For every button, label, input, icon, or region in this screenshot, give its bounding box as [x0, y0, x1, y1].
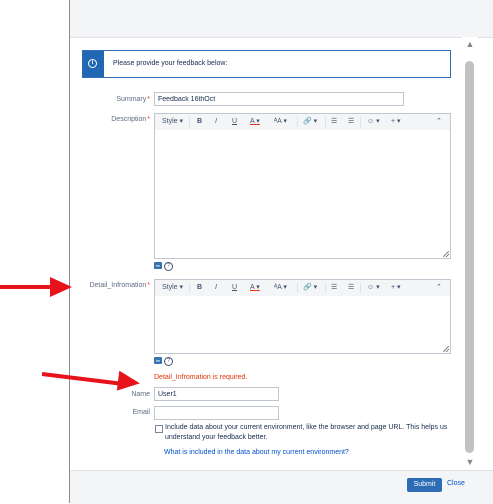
more-formatting-button[interactable]: ᴬA ▾ [274, 283, 287, 293]
style-dropdown[interactable]: Style ▾ [162, 283, 183, 293]
summary-label: Summary* [116, 96, 150, 103]
scroll-down-arrow-icon[interactable]: ▼ [462, 457, 478, 467]
scroll-thumb[interactable] [465, 61, 474, 453]
info-icon-box: i [83, 51, 104, 77]
numbered-list-icon[interactable]: ☰ [348, 283, 354, 293]
resize-handle[interactable] [443, 251, 449, 257]
detail-editor: Style ▾ B I U A ▾ ᴬA ▾ 🔗 ▾ ☰ ☰ ☺ ▾ + ▾ ⌃ [154, 279, 451, 354]
include-environment-label: Include data about your current environm… [165, 424, 448, 441]
info-icon: i [88, 59, 97, 68]
feedback-dialog: i Please provide your feedback below: Su… [69, 0, 493, 504]
bold-button[interactable]: B [197, 283, 202, 293]
style-dropdown[interactable]: Style ▾ [162, 117, 183, 127]
environment-info-link[interactable]: What is included in the data about my cu… [164, 449, 349, 456]
help-icon[interactable]: ? [164, 357, 173, 366]
help-icon[interactable]: ? [164, 262, 173, 271]
emoji-icon[interactable]: ☺ ▾ [367, 117, 380, 127]
italic-button[interactable]: I [215, 283, 217, 293]
text-color-button[interactable]: A ▾ [250, 117, 260, 127]
emoji-icon[interactable]: ☺ ▾ [367, 283, 380, 293]
collapse-toolbar-icon[interactable]: ⌃ [436, 283, 442, 293]
summary-input[interactable] [154, 92, 404, 106]
collapse-toolbar-icon[interactable]: ⌃ [436, 117, 442, 127]
italic-button[interactable]: I [215, 117, 217, 127]
include-environment-checkbox[interactable] [155, 425, 163, 433]
page-backdrop [0, 0, 70, 503]
detail-error-message: Detail_Infromation is required. [154, 374, 248, 381]
resize-handle[interactable] [443, 346, 449, 352]
detail-label: Detail_Infromation* [89, 282, 150, 289]
description-text-area[interactable] [155, 130, 450, 258]
underline-button[interactable]: U [232, 283, 237, 293]
description-label: Description* [111, 116, 150, 123]
numbered-list-icon[interactable]: ☰ [348, 117, 354, 127]
submit-button[interactable]: Submit [407, 478, 442, 492]
dialog-header [70, 0, 493, 38]
bold-button[interactable]: B [197, 117, 202, 127]
link-icon[interactable]: 🔗 ▾ [303, 117, 317, 127]
description-editor: Style ▾ B I U A ▾ ᴬA ▾ 🔗 ▾ ☰ ☰ ☺ ▾ + ▾ ⌃ [154, 113, 451, 259]
link-icon[interactable]: 🔗 ▾ [303, 283, 317, 293]
more-formatting-button[interactable]: ᴬA ▾ [274, 117, 287, 127]
description-toolbar: Style ▾ B I U A ▾ ᴬA ▾ 🔗 ▾ ☰ ☰ ☺ ▾ + ▾ ⌃ [155, 114, 450, 131]
bullet-list-icon[interactable]: ☰ [331, 283, 337, 293]
scroll-up-arrow-icon[interactable]: ▲ [462, 39, 478, 49]
scrollbar[interactable]: ▲ ▼ [462, 37, 478, 470]
wiki-markup-icon[interactable]: tm [154, 357, 162, 364]
bullet-list-icon[interactable]: ☰ [331, 117, 337, 127]
email-input[interactable] [154, 406, 279, 420]
detail-text-area[interactable] [155, 296, 450, 353]
insert-more-icon[interactable]: + ▾ [391, 283, 401, 293]
name-input[interactable] [154, 387, 279, 401]
email-label: Email [132, 409, 150, 416]
info-message: Please provide your feedback below: [113, 60, 228, 67]
underline-button[interactable]: U [232, 117, 237, 127]
detail-toolbar: Style ▾ B I U A ▾ ᴬA ▾ 🔗 ▾ ☰ ☰ ☺ ▾ + ▾ ⌃ [155, 280, 450, 297]
text-color-button[interactable]: A ▾ [250, 283, 260, 293]
insert-more-icon[interactable]: + ▾ [391, 117, 401, 127]
wiki-markup-icon[interactable]: tm [154, 262, 162, 269]
info-banner: i Please provide your feedback below: [82, 50, 451, 78]
close-link[interactable]: Close [447, 480, 465, 487]
